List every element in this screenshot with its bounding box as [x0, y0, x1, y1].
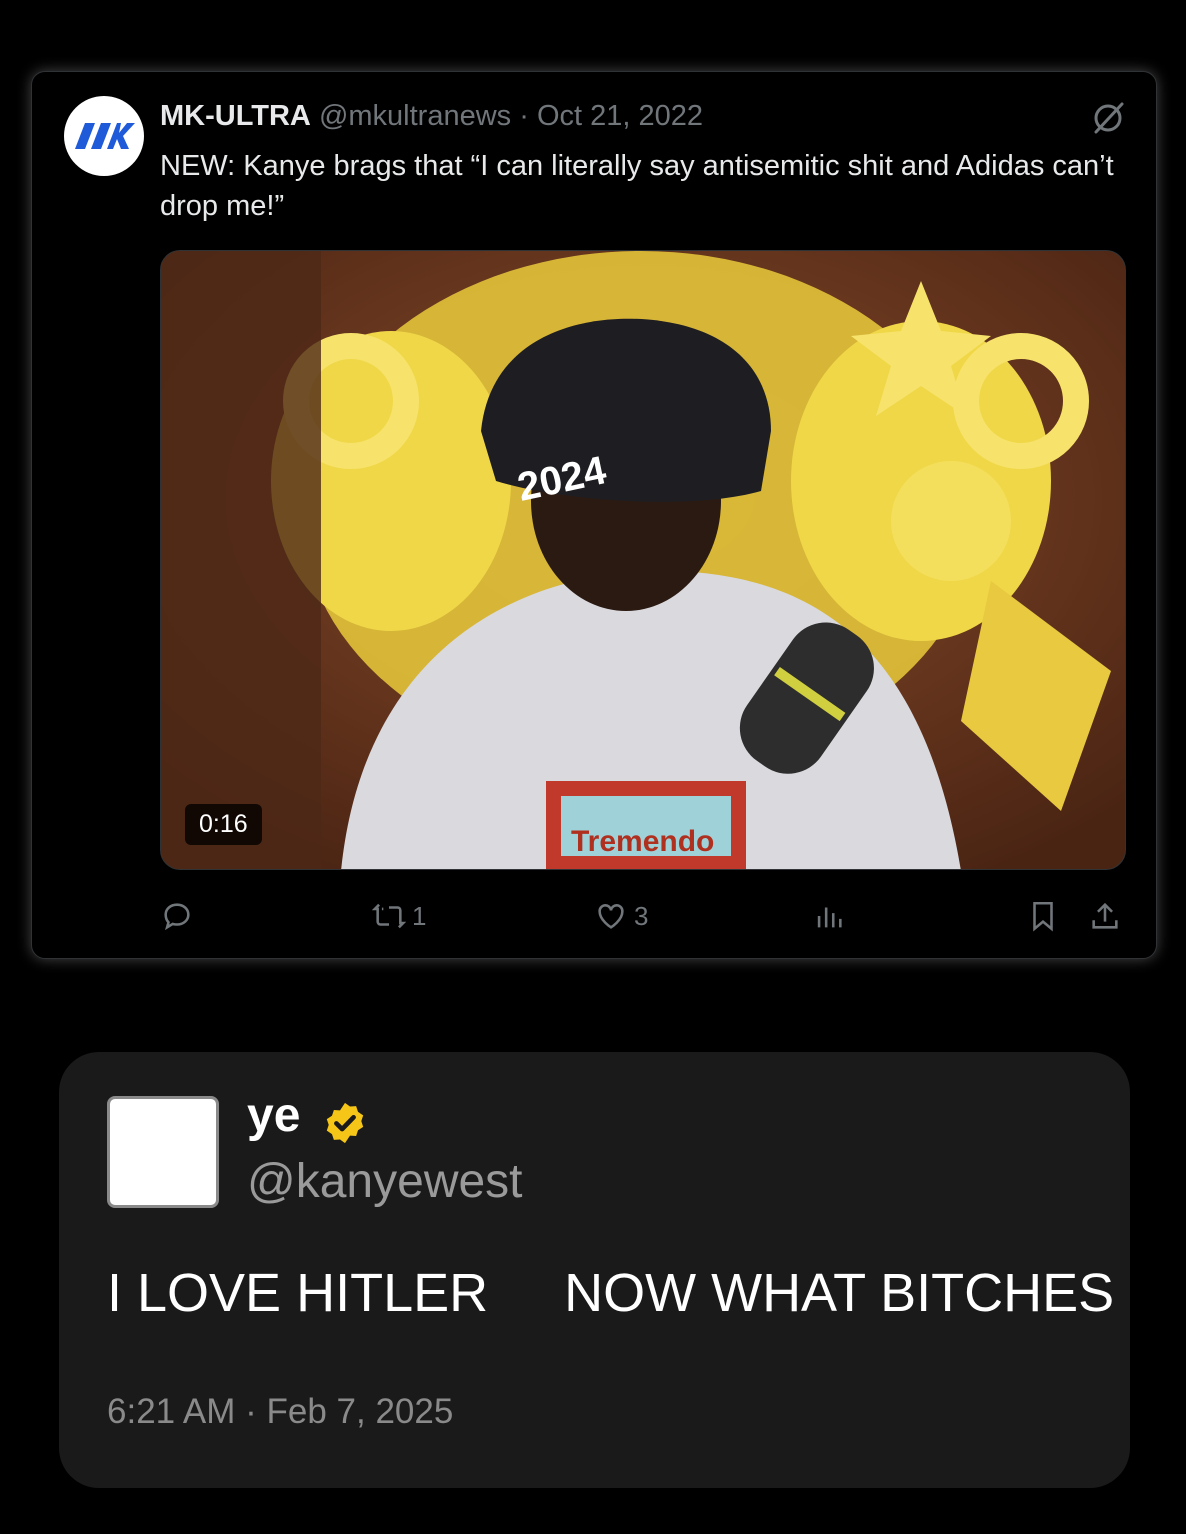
- bookmark-icon: [1033, 901, 1053, 932]
- video-thumbnail: 2024 Tremendo: [161, 251, 1125, 869]
- retweet-icon: [372, 903, 406, 929]
- tweet-text-part1: I LOVE HITLER: [107, 1263, 489, 1323]
- tweet-text-part2: NOW WHAT BITCHES: [564, 1263, 1115, 1323]
- video-duration: 0:16: [185, 804, 262, 845]
- share-button[interactable]: [1088, 898, 1122, 934]
- verified-badge-icon: [326, 1102, 364, 1144]
- views-button[interactable]: [812, 898, 846, 934]
- retweet-count: 1: [412, 900, 427, 931]
- reply-icon: [164, 903, 190, 931]
- tweet-timestamp[interactable]: 6:21 AM · Feb 7, 2025: [107, 1392, 453, 1432]
- retweet-button[interactable]: 1: [372, 898, 426, 934]
- mk-logo-icon: [75, 123, 135, 149]
- handle[interactable]: @kanyewest: [247, 1154, 523, 1209]
- shirt-text: Tremendo: [571, 825, 714, 858]
- like-icon: [598, 904, 624, 929]
- views-icon: [817, 907, 842, 928]
- avatar[interactable]: [64, 96, 144, 176]
- grok-icon[interactable]: [1090, 100, 1126, 136]
- share-icon: [1092, 902, 1118, 929]
- tweet-text: NEW: Kanye brags that “I can literally s…: [160, 150, 1114, 222]
- display-name[interactable]: ye: [247, 1088, 300, 1143]
- tweet-text: I LOVE HITLER NOW WHAT BITCHES: [107, 1262, 1114, 1324]
- tweet-card[interactable]: ye @kanyewest I LOVE HITLER NOW WHAT BITC…: [59, 1052, 1130, 1488]
- quoted-tweet-card[interactable]: MK-ULTRA @mkultranews · Oct 21, 2022 NEW…: [31, 71, 1157, 959]
- tweet-date[interactable]: Oct 21, 2022: [537, 100, 703, 132]
- tweet-header: MK-ULTRA @mkultranews · Oct 21, 2022: [160, 100, 703, 133]
- like-button[interactable]: 3: [594, 898, 648, 934]
- reply-button[interactable]: [160, 898, 194, 934]
- handle[interactable]: @mkultranews: [319, 100, 511, 132]
- action-bar: 1 3: [160, 898, 1126, 938]
- like-count: 3: [634, 900, 649, 931]
- display-name[interactable]: MK-ULTRA: [160, 100, 311, 132]
- bookmark-button[interactable]: [1026, 898, 1060, 934]
- separator: ·: [519, 100, 529, 132]
- avatar[interactable]: [107, 1096, 219, 1208]
- video-player[interactable]: 2024 Tremendo 0:16: [160, 250, 1126, 870]
